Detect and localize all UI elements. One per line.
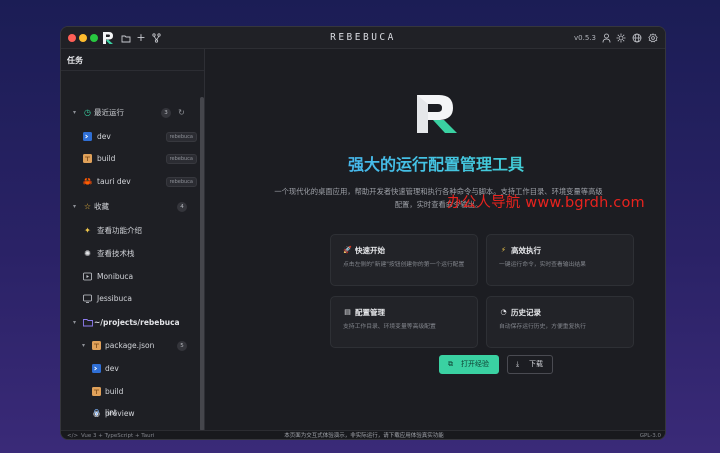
download-button[interactable]: ⤓ 下载: [507, 355, 553, 374]
section-project[interactable]: ▾ ~/projects/rebebuca: [61, 313, 197, 333]
app-logo-large-icon: [417, 95, 457, 133]
film-icon: [82, 271, 93, 282]
project-tag: rebebuca: [165, 177, 197, 187]
terminal-icon: [91, 363, 102, 374]
count-badge: 5: [177, 341, 187, 351]
item-label: tauri dev: [97, 177, 131, 186]
item-label: lint: [105, 408, 117, 417]
sidebar-divider: [61, 70, 204, 71]
project-tag: rebebuca: [165, 154, 197, 164]
card-title: 高效执行: [511, 246, 541, 255]
clock-icon: ◷: [84, 108, 91, 117]
card-desc: 点击左侧的"新建"按钮创建你的第一个运行配置: [343, 262, 465, 268]
chevron-down-icon: ▾: [82, 342, 86, 349]
status-bar: </> Vue 3 + TypeScript + Tauri 本页面为交互式体验…: [61, 430, 665, 439]
gear-icon: ✺: [84, 249, 91, 258]
package-icon: [82, 153, 93, 164]
sidebar-item-recent-dev[interactable]: dev rebebuca: [61, 127, 197, 147]
folder-icon: [82, 317, 93, 328]
card-title: 配置管理: [355, 308, 385, 317]
section-recent[interactable]: ▾ ◷ 最近运行 3 ↻: [61, 103, 197, 123]
task-sidebar: 任务 ▾ ◷ 最近运行 3 ↻ dev rebebuca build rebeb…: [61, 49, 205, 431]
item-label: 查看技术栈: [97, 249, 135, 258]
main-welcome-panel: 强大的运行配置管理工具 一个现代化的桌面应用，帮助开发者快速管理和执行各种命令与…: [205, 49, 665, 430]
lightning-icon: ⚡: [501, 246, 506, 254]
download-icon: ⤓: [516, 360, 520, 368]
sidebar-title: 任务: [67, 56, 83, 65]
sidebar-item-feature-intro[interactable]: ✦ 查看功能介绍: [61, 221, 197, 241]
demo-notice: 本页面为交互式体验演示，非实际运行，请下载应用体验真实功能: [284, 433, 444, 439]
site-watermark: 办公人导航 www.bgrdh.com: [447, 195, 645, 211]
card-config-management[interactable]: ▤ 配置管理 支持工作目录、环境变量等高级配置: [330, 296, 478, 348]
title-bar: + REBEBUCA v0.5.3: [61, 27, 665, 49]
item-label: dev: [97, 132, 111, 141]
page-headline: 强大的运行配置管理工具: [205, 151, 665, 175]
project-tag: rebebuca: [165, 132, 197, 142]
user-icon[interactable]: [599, 30, 613, 46]
sparkle-icon: ✦: [84, 226, 91, 235]
app-window: + REBEBUCA v0.5.3 任务 ▾ ◷ 最近运行 3 ↻ dev re…: [60, 26, 666, 440]
card-desc: 支持工作目录、环境变量等高级配置: [343, 324, 436, 330]
sidebar-item-tech-stack[interactable]: ✺ 查看技术栈: [61, 244, 197, 264]
section-label: 收藏: [94, 202, 109, 211]
sidebar-item-script-build[interactable]: build: [61, 382, 197, 402]
tv-icon: [82, 293, 93, 304]
item-label: Jessibuca: [97, 294, 132, 303]
external-link-icon: ⧉: [448, 360, 453, 368]
section-package-json[interactable]: ▾ package.json 5: [61, 336, 197, 356]
item-label: dev: [105, 364, 119, 373]
rocket-icon: 🚀: [343, 246, 352, 254]
card-desc: 一键运行命令，实时查看输出结果: [499, 262, 586, 268]
star-icon: ☆: [83, 202, 92, 211]
item-label: build: [97, 154, 116, 163]
chevron-down-icon: ▾: [73, 203, 77, 210]
card-title: 快速开始: [355, 246, 385, 255]
terminal-icon: [82, 131, 93, 142]
item-label: 查看功能介绍: [97, 226, 142, 235]
sidebar-scrollbar[interactable]: [200, 97, 204, 431]
sidebar-item-jessibuca[interactable]: Jessibuca: [61, 289, 197, 309]
sidebar-item-script-dev[interactable]: dev: [61, 359, 197, 379]
section-favorites[interactable]: ▾ ☆ 收藏 4: [61, 197, 197, 217]
card-efficient-run[interactable]: ⚡ 高效执行 一键运行命令，实时查看输出结果: [486, 234, 634, 286]
document-icon: ▤: [344, 308, 351, 316]
count-badge: 3: [161, 108, 171, 118]
card-desc: 自动保存运行历史，方便重复执行: [499, 324, 586, 330]
version-label: v0.5.3: [574, 34, 596, 42]
button-label: 打开经验: [461, 360, 489, 368]
crab-icon: 🦀: [82, 177, 93, 186]
settings-gear-icon[interactable]: [646, 30, 660, 46]
card-quick-start[interactable]: 🚀 快速开始 点击左侧的"新建"按钮创建你的第一个运行配置: [330, 234, 478, 286]
license-label: GPL-3.0: [639, 433, 661, 439]
card-title: 历史记录: [511, 308, 541, 317]
sidebar-item-recent-tauri-dev[interactable]: 🦀 tauri dev rebebuca: [61, 172, 197, 192]
button-label: 下载: [529, 360, 543, 368]
card-history[interactable]: ◔ 历史记录 自动保存运行历史，方便重复执行: [486, 296, 634, 348]
count-badge: 4: [177, 202, 187, 212]
open-tutorial-button[interactable]: ⧉ 打开经验: [439, 355, 499, 374]
clock-icon: ◔: [500, 308, 507, 316]
item-label: Monibuca: [97, 272, 134, 281]
globe-icon[interactable]: [630, 30, 644, 46]
sidebar-item-monibuca[interactable]: Monibuca: [61, 267, 197, 287]
chevron-down-icon: ▾: [73, 319, 77, 326]
package-icon: [91, 340, 102, 351]
section-label: package.json: [105, 341, 155, 350]
section-label: ~/projects/rebebuca: [94, 318, 180, 327]
item-label: build: [105, 387, 124, 396]
chevron-down-icon: ▾: [73, 109, 77, 116]
section-label: 最近运行: [94, 108, 124, 117]
sidebar-item-recent-build[interactable]: build rebebuca: [61, 149, 197, 169]
sidebar-item-script-lint[interactable]: ⚲ lint: [61, 403, 197, 423]
package-icon: [91, 386, 102, 397]
theme-sun-icon[interactable]: [614, 30, 628, 46]
search-icon: ⚲: [93, 408, 100, 417]
refresh-icon[interactable]: ↻: [176, 107, 187, 118]
